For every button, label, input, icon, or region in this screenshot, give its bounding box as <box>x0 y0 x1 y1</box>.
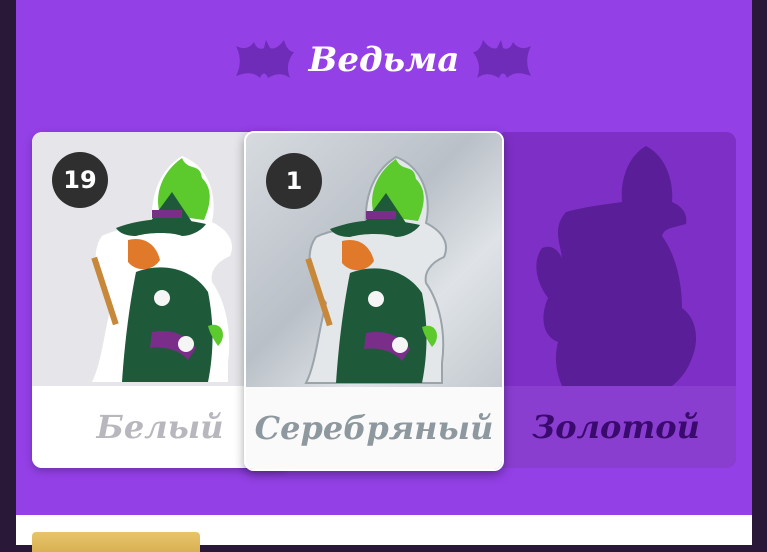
locked-art <box>496 132 736 386</box>
collection-header: Ведьма <box>16 30 752 100</box>
next-section <box>16 515 752 552</box>
card-silver[interactable]: 1 Серебряный <box>244 131 504 471</box>
card-label-area: Золотой <box>496 386 736 468</box>
count-badge: 19 <box>52 152 108 208</box>
card-label: Золотой <box>532 408 700 446</box>
count-badge: 1 <box>266 153 322 209</box>
page-title: Ведьма <box>308 40 460 80</box>
card-label: Белый <box>96 408 224 446</box>
next-item-thumbnail[interactable] <box>32 532 200 552</box>
collection-panel: Ведьма Золотой 19 Белый 1 Серебряный <box>16 0 752 515</box>
card-label-area: Серебряный <box>246 387 502 469</box>
card-label: Серебряный <box>254 409 494 447</box>
card-gold[interactable]: Золотой <box>496 132 736 468</box>
bat-icon <box>473 40 531 78</box>
locked-silhouette <box>536 146 697 386</box>
